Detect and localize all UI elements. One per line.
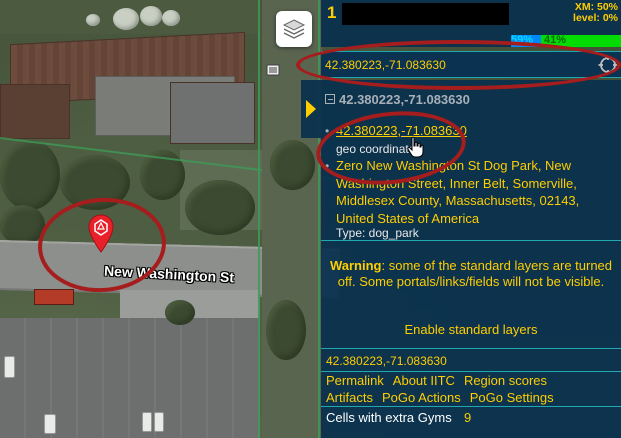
tree: [266, 300, 306, 360]
parking-lot: [0, 318, 260, 438]
enable-standard-layers-link[interactable]: Enable standard layers: [321, 322, 621, 337]
map-boundary-line: [258, 0, 260, 438]
player-level: 1: [327, 3, 337, 22]
tree: [270, 140, 315, 190]
results-header-text: 42.380223,-71.083630: [339, 92, 470, 107]
truck: [34, 289, 74, 305]
shrub: [113, 8, 139, 30]
toolbox-link-about-iitc[interactable]: About IITC: [393, 372, 455, 389]
layers-icon: [282, 19, 306, 39]
player-name-redacted: [342, 3, 509, 25]
annotation-circle-search: [296, 40, 621, 90]
toolbox-link-region-scores[interactable]: Region scores: [464, 372, 547, 389]
building-roof: [0, 84, 70, 139]
level-progress-label: level: 0%: [573, 12, 618, 24]
shrub: [140, 6, 162, 26]
shrub: [86, 14, 100, 26]
cells-extra-gyms: Cells with extra Gyms 9: [321, 406, 621, 428]
tree: [0, 140, 60, 210]
cells-label: Cells with extra Gyms: [326, 410, 452, 425]
toolbox-link-pogo-settings[interactable]: PoGo Settings: [470, 389, 554, 406]
map-control-icon[interactable]: [266, 64, 280, 76]
toolbox: Permalink About IITC Region scores Artifac…: [326, 372, 618, 406]
coordinates-text: 42.380223,-71.083630: [326, 354, 447, 368]
layers-warning: Warning: some of the standard layers are…: [329, 258, 613, 290]
player-stats: XM: 50% level: 0%: [573, 2, 618, 24]
car: [142, 412, 152, 432]
result-type: Type: dog_park: [336, 226, 419, 240]
tree: [165, 300, 195, 325]
toolbox-link-artifacts[interactable]: Artifacts: [326, 389, 373, 406]
coordinates-bar: 42.380223,-71.083630: [321, 348, 621, 372]
car: [154, 412, 164, 432]
cells-count: 9: [464, 410, 472, 425]
results-header[interactable]: 42.380223,-71.083630: [325, 92, 470, 107]
warning-label: Warning: [329, 258, 382, 273]
building-roof: [170, 82, 255, 144]
shrub: [162, 10, 180, 26]
player-header: 1 XM: 50% level: 0%: [321, 0, 621, 33]
toolbox-link-pogo-actions[interactable]: PoGo Actions: [382, 389, 461, 406]
chevron-right-icon: [306, 100, 316, 118]
collapse-icon[interactable]: [325, 94, 335, 104]
car: [4, 356, 15, 378]
car: [44, 414, 56, 434]
layers-button[interactable]: [276, 11, 312, 47]
sidebar-toggle-button[interactable]: [301, 80, 321, 138]
toolbox-link-permalink[interactable]: Permalink: [326, 372, 384, 389]
tree: [185, 180, 255, 235]
divider: [321, 240, 621, 241]
